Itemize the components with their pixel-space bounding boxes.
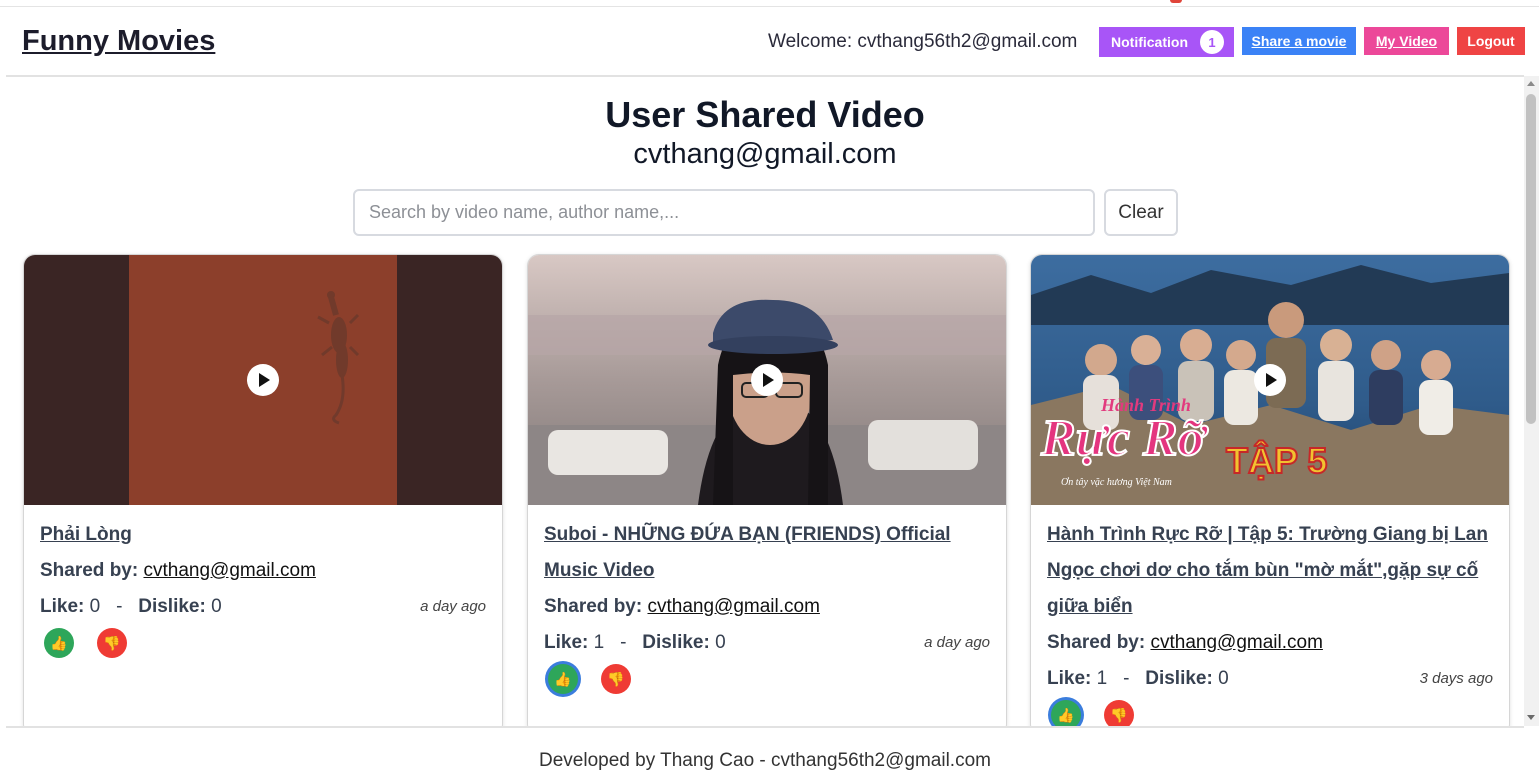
like-count: 1 <box>593 632 605 653</box>
show-logo-big: Rực Rỡ <box>1040 409 1207 468</box>
welcome-email: cvthang56th2@gmail.com <box>857 31 1078 52</box>
stats-row: Like: 1 - Dislike: 0 a day ago <box>544 625 990 661</box>
dislike-count: 0 <box>715 632 726 653</box>
video-card: Suboi - NHỮNG ĐỨA BẠN (FRIENDS) Official… <box>527 254 1007 736</box>
thumbs-down-icon: 👎 <box>103 634 121 651</box>
dislike-count: 0 <box>1218 668 1229 689</box>
welcome-label: Welcome: <box>768 31 853 52</box>
show-logo: Hành Trình Rực Rỡ Ơn tây vặc hương Việt … <box>1040 395 1231 495</box>
episode-label: TẬP 5 <box>1225 439 1328 482</box>
play-icon[interactable] <box>1254 364 1286 396</box>
video-thumbnail[interactable] <box>24 255 502 505</box>
shared-by-label: Shared by: <box>40 560 139 581</box>
stat-separator: - <box>116 596 123 617</box>
notification-button[interactable]: Notification 1 <box>1099 27 1234 57</box>
footer-text: Developed by Thang Cao - cvthang56th2@gm… <box>539 750 991 771</box>
play-icon[interactable] <box>751 364 783 396</box>
shared-by-label: Shared by: <box>1047 632 1146 653</box>
shared-by-email-link[interactable]: cvthang@gmail.com <box>1150 632 1322 653</box>
timestamp: a day ago <box>924 634 990 651</box>
search-input[interactable] <box>353 189 1095 236</box>
shared-by-email-link[interactable]: cvthang@gmail.com <box>143 560 315 581</box>
video-thumbnail[interactable] <box>528 255 1006 505</box>
navbar: Funny Movies Welcome: cvthang56th2@gmail… <box>6 7 1525 77</box>
logout-button[interactable]: Logout <box>1457 27 1525 55</box>
video-card: Phải Lòng Shared by: cvthang@gmail.com L… <box>23 254 503 736</box>
video-title-link[interactable]: Phải Lòng <box>40 517 486 553</box>
dislike-count: 0 <box>211 596 222 617</box>
like-button[interactable]: 👍 <box>44 628 74 658</box>
timestamp: a day ago <box>420 598 486 615</box>
share-movie-button[interactable]: Share a movie <box>1242 27 1356 55</box>
stats-row: Like: 1 - Dislike: 0 3 days ago <box>1047 661 1493 697</box>
dislike-button[interactable]: 👎 <box>97 628 127 658</box>
scroll-up-icon[interactable] <box>1527 81 1535 86</box>
like-label: Like: <box>1047 668 1092 689</box>
browser-top-strip <box>0 0 1539 7</box>
play-icon[interactable] <box>247 364 279 396</box>
dislike-label: Dislike: <box>138 596 206 617</box>
dislike-button[interactable]: 👎 <box>601 664 631 694</box>
my-video-button[interactable]: My Video <box>1364 27 1449 55</box>
page-title: User Shared Video <box>605 94 925 135</box>
like-count: 1 <box>1096 668 1108 689</box>
thumbs-up-icon: 👍 <box>50 634 68 651</box>
video-title-link[interactable]: Suboi - NHỮNG ĐỨA BẠN (FRIENDS) Official… <box>544 517 990 589</box>
scroll-down-icon[interactable] <box>1527 715 1535 720</box>
thumbs-up-icon: 👍 <box>1057 706 1075 723</box>
stat-separator: - <box>1123 668 1130 689</box>
shared-by-row: Shared by: cvthang@gmail.com <box>544 589 990 625</box>
user-email-heading: cvthang@gmail.com <box>633 138 897 170</box>
shared-by-email-link[interactable]: cvthang@gmail.com <box>647 596 819 617</box>
like-button[interactable]: 👍 <box>548 664 578 694</box>
show-tagline: Ơn tây vặc hương Việt Nam <box>1061 477 1172 488</box>
like-label: Like: <box>40 596 85 617</box>
thumbs-up-icon: 👍 <box>554 670 572 687</box>
like-label: Like: <box>544 632 589 653</box>
video-card: Hành Trình Rực Rỡ Ơn tây vặc hương Việt … <box>1030 254 1510 736</box>
shared-by-row: Shared by: cvthang@gmail.com <box>40 553 486 589</box>
stat-separator: - <box>620 632 627 653</box>
welcome-text: Welcome: cvthang56th2@gmail.com <box>768 31 1077 53</box>
thumbs-down-icon: 👎 <box>1110 706 1128 723</box>
dislike-label: Dislike: <box>1145 668 1213 689</box>
brand-link[interactable]: Funny Movies <box>22 25 215 58</box>
notification-count-badge: 1 <box>1200 30 1224 54</box>
like-count: 0 <box>89 596 101 617</box>
stats-row: Like: 0 - Dislike: 0 a day ago <box>40 589 486 625</box>
clear-button[interactable]: Clear <box>1104 189 1178 236</box>
notification-label: Notification <box>1111 34 1188 50</box>
video-thumbnail[interactable]: Hành Trình Rực Rỡ Ơn tây vặc hương Việt … <box>1031 255 1509 505</box>
dislike-label: Dislike: <box>642 632 710 653</box>
tab-indicator <box>1170 0 1182 3</box>
shared-by-row: Shared by: cvthang@gmail.com <box>1047 625 1493 661</box>
footer: Developed by Thang Cao - cvthang56th2@gm… <box>6 726 1524 771</box>
shared-by-label: Shared by: <box>544 596 643 617</box>
timestamp: 3 days ago <box>1419 670 1493 687</box>
thumbs-down-icon: 👎 <box>607 670 625 687</box>
video-title-link[interactable]: Hành Trình Rực Rỡ | Tập 5: Trường Giang … <box>1047 517 1493 625</box>
page-scrollbar[interactable] <box>1524 76 1539 726</box>
